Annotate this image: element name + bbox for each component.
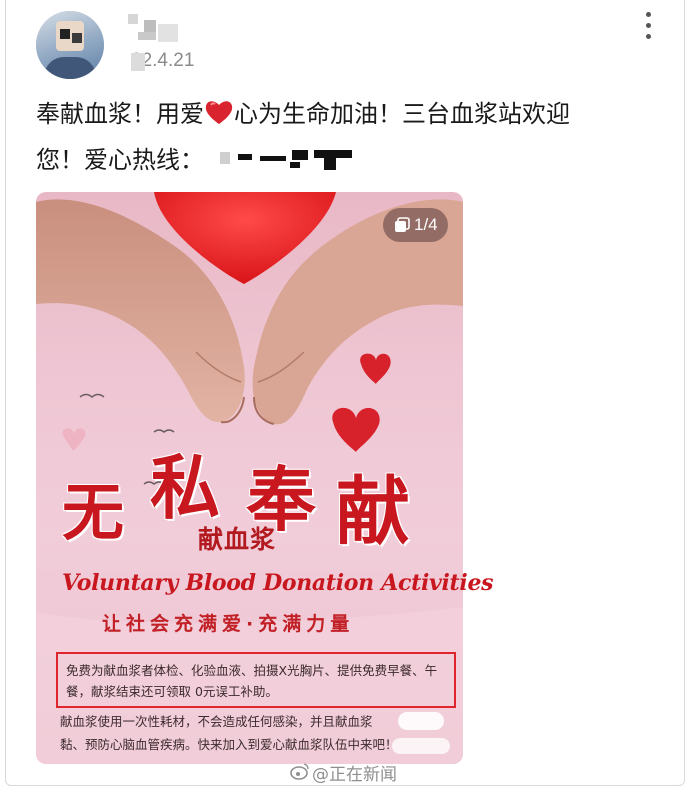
poster-subtitle: 献血浆 — [198, 525, 277, 554]
poster-body-text: 献血浆使用一次性耗材，不会造成任何感染，并且献血浆 黏、预防心脑血管疾病。快来加… — [60, 710, 440, 756]
redacted-badge — [398, 712, 444, 730]
gallery-counter: 1/4 — [383, 208, 448, 242]
poster-slogan: 让社会充满爱·充满力量 — [102, 613, 355, 635]
poster-english-title: Voluntary Blood Donation Activities — [62, 570, 494, 596]
weibo-icon — [290, 763, 309, 780]
watermark-text: @正在新闻 — [312, 765, 397, 785]
body-text-line1: 献血浆使用一次性耗材，不会造成任何感染，并且献血浆 — [60, 714, 373, 729]
more-options-icon[interactable] — [640, 10, 656, 42]
redacted-id — [392, 738, 450, 754]
poster-title-char-2: 私 — [150, 446, 220, 529]
body-text-line2: 黏、预防心脑血管疾病。快来加入到爱心献血浆队伍中来吧！ — [60, 737, 398, 752]
avatar[interactable] — [36, 11, 104, 79]
stack-icon — [395, 217, 410, 232]
boxed-text-line1: 免费为献血浆者体检、化验血液、拍摄X光胸片、提供免费早餐、午 — [66, 663, 438, 678]
poster-title-char-4: 献 — [336, 469, 410, 555]
boxed-text-line2: 餐，献浆结束还可领取 0元误工补助。 — [66, 684, 278, 699]
hotline-redacted — [212, 148, 362, 172]
post-text-part2: 心为生命加油！三台血浆站欢迎 — [234, 100, 570, 128]
post-text-line2: 您！爱心热线： — [36, 146, 204, 174]
username-redacted[interactable] — [128, 14, 180, 42]
poster-boxed-text: 免费为献血浆者体检、化验血液、拍摄X光胸片、提供免费早餐、午 餐，献浆结束还可领… — [66, 660, 450, 702]
post-text-part1: 奉献血浆！用爱 — [36, 100, 204, 128]
timestamp-redacted-part — [131, 53, 145, 71]
gallery-counter-text: 1/4 — [414, 215, 438, 234]
poster-title-char-1: 无 — [62, 476, 125, 549]
red-heart-icon — [204, 97, 234, 139]
post-text: 奉献血浆！用爱 心为生命加油！三台血浆站欢迎 您！爱心热线： — [36, 93, 636, 181]
